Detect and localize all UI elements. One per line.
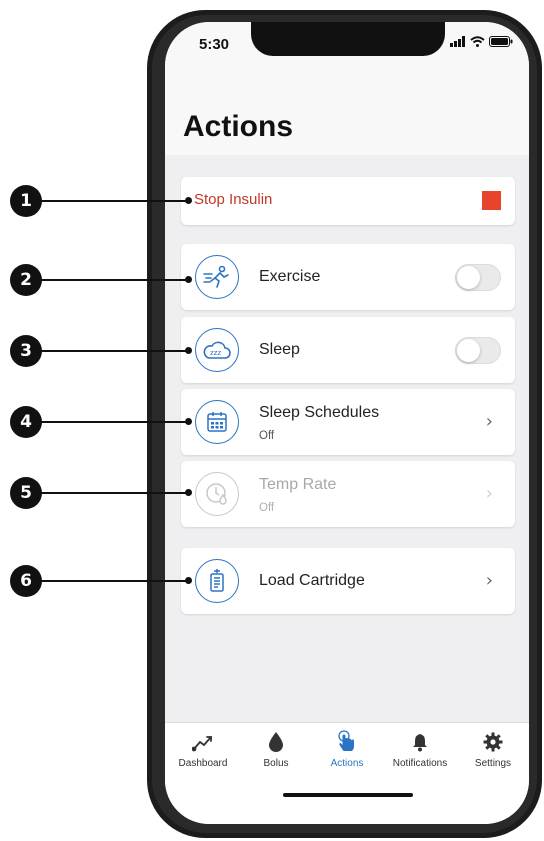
touch-hand-icon (311, 729, 383, 755)
chevron-right-icon: › (485, 411, 493, 432)
callout-dot (185, 489, 192, 496)
callout-5: 5 (10, 477, 42, 509)
load-cartridge-row[interactable]: Load Cartridge › (181, 548, 515, 614)
tab-label: Actions (330, 758, 364, 769)
sleep-cloud-icon: zzz (195, 328, 239, 372)
temp-rate-label: Temp Rate (259, 476, 337, 493)
wifi-icon (470, 36, 485, 47)
toggle-knob (457, 266, 480, 289)
chevron-right-icon: › (485, 570, 493, 591)
notch (251, 22, 445, 56)
callout-dot (185, 197, 192, 204)
running-icon (195, 255, 239, 299)
callout-4: 4 (10, 406, 42, 438)
bell-icon (384, 729, 456, 755)
callout-leader (40, 421, 186, 423)
callout-dot (185, 347, 192, 354)
exercise-toggle[interactable] (455, 264, 501, 291)
drop-icon (240, 729, 312, 755)
trend-icon (167, 729, 239, 755)
sleep-label: Sleep (259, 341, 300, 358)
battery-icon (489, 36, 513, 47)
sleep-schedules-row[interactable]: Sleep Schedules Off › (181, 389, 515, 455)
page-title: Actions (183, 110, 294, 143)
tab-label: Bolus (263, 758, 289, 769)
tab-notifications[interactable]: Notifications (384, 729, 456, 769)
callout-leader (40, 279, 186, 281)
status-icons (450, 36, 513, 47)
status-time: 5:30 (199, 36, 230, 53)
tab-actions[interactable]: Actions (311, 729, 383, 769)
home-indicator[interactable] (283, 793, 413, 797)
tab-bolus[interactable]: Bolus (240, 729, 312, 769)
exercise-label: Exercise (259, 268, 321, 285)
tab-bar: Dashboard Bolus Actions Notifications Se… (165, 722, 529, 824)
tab-settings[interactable]: Settings (457, 729, 529, 769)
temp-rate-row: Temp Rate Off › (181, 461, 515, 527)
callout-leader (40, 200, 186, 202)
tab-label: Settings (474, 758, 512, 769)
signal-icon (450, 36, 465, 47)
callout-dot (185, 577, 192, 584)
sleep-schedules-label: Sleep Schedules (259, 404, 380, 421)
callout-1: 1 (10, 185, 42, 217)
gear-icon (457, 729, 529, 755)
sleep-row[interactable]: zzz Sleep (181, 317, 515, 383)
callout-leader (40, 492, 186, 494)
clock-drop-icon (195, 472, 239, 516)
callout-dot (185, 276, 192, 283)
tab-label: Dashboard (178, 758, 228, 769)
sleep-icon-text: zzz (210, 349, 221, 357)
calendar-icon (195, 400, 239, 444)
callout-leader (40, 350, 186, 352)
header: 5:30 Actions (165, 22, 529, 155)
callout-3: 3 (10, 335, 42, 367)
sleep-schedules-value: Off (259, 430, 275, 442)
phone-screen: 5:30 Actions Stop Insulin Exercise zzz S… (165, 22, 529, 824)
sleep-toggle[interactable] (455, 337, 501, 364)
cartridge-icon (195, 559, 239, 603)
callout-2: 2 (10, 264, 42, 296)
tab-dashboard[interactable]: Dashboard (167, 729, 239, 769)
toggle-knob (457, 339, 480, 362)
callout-dot (185, 418, 192, 425)
load-cartridge-label: Load Cartridge (259, 572, 365, 589)
temp-rate-value: Off (259, 502, 275, 514)
callout-leader (40, 580, 186, 582)
stop-square-icon[interactable] (482, 191, 501, 210)
callout-6: 6 (10, 565, 42, 597)
stop-insulin-label: Stop Insulin (194, 191, 273, 208)
chevron-right-icon: › (485, 483, 493, 504)
exercise-row[interactable]: Exercise (181, 244, 515, 310)
stop-insulin-row[interactable]: Stop Insulin (181, 177, 515, 225)
tab-label: Notifications (392, 758, 448, 769)
